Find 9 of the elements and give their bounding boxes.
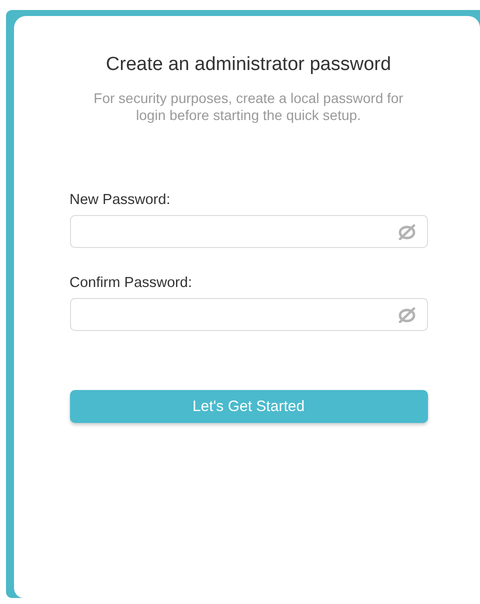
password-field[interactable] <box>70 215 428 248</box>
field-label: New Password: <box>70 192 172 208</box>
hidden-eye-icon[interactable] <box>396 306 416 322</box>
page-title: Create an administrator password <box>106 54 392 76</box>
field-label: Confirm Password: <box>70 275 193 291</box>
description-text: For security purposes, create a local password for login before starting the quick setup. <box>92 90 404 124</box>
hidden-eye-icon[interactable] <box>396 224 416 240</box>
start-button[interactable]: Let's Get Started <box>70 390 428 423</box>
password-field[interactable] <box>70 298 428 331</box>
